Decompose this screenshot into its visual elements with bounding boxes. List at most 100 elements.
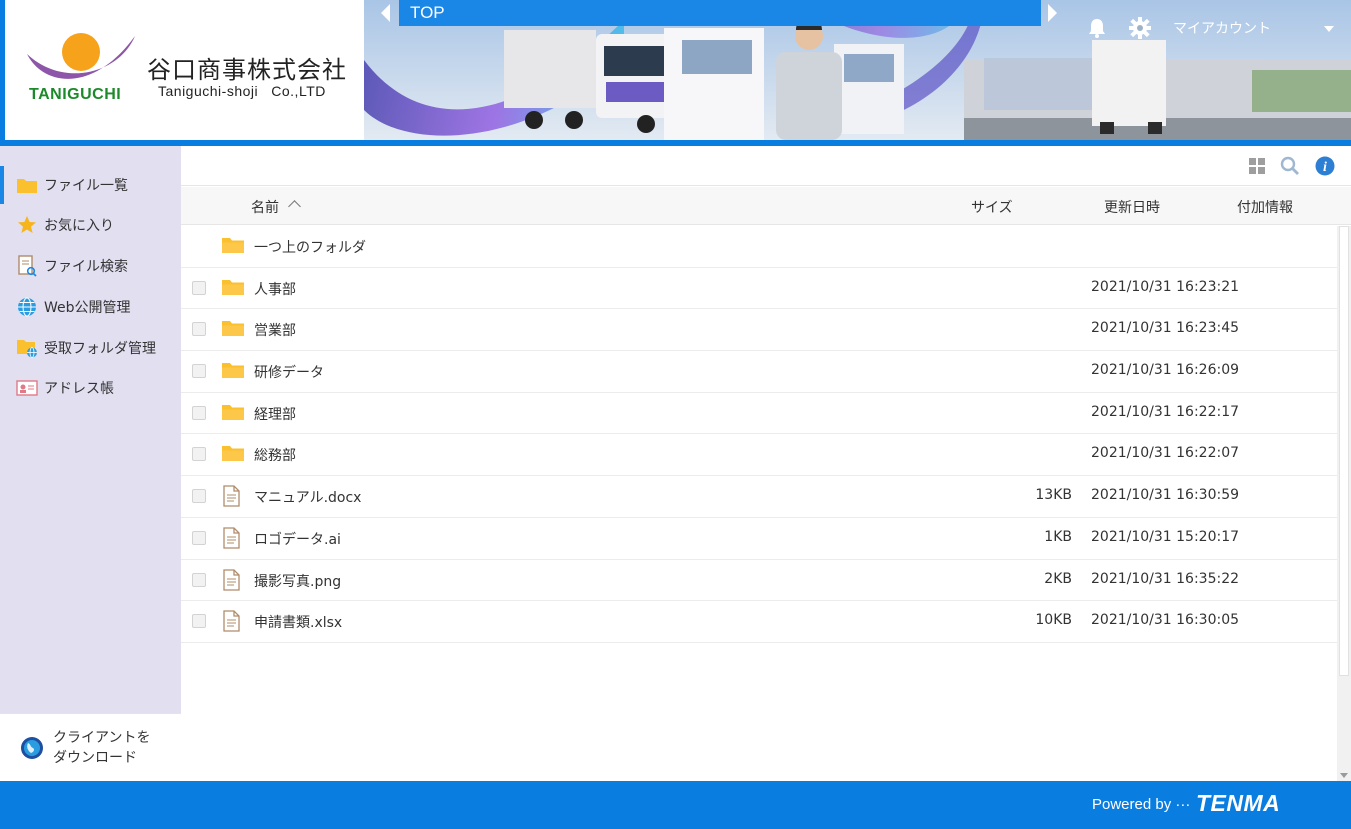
- file-modified: 2021/10/31 16:22:07: [1091, 445, 1240, 462]
- column-header-extra[interactable]: 付加情報: [1237, 197, 1293, 217]
- row-checkbox[interactable]: [192, 405, 206, 420]
- toolbar: i: [181, 146, 1351, 186]
- scroll-down-icon[interactable]: [1340, 773, 1348, 778]
- file-modified: 2021/10/31 16:35:22: [1091, 570, 1240, 587]
- table-row[interactable]: ロゴデータ.ai 1KB 2021/10/31 15:20:17: [181, 518, 1337, 560]
- folder-icon: [221, 360, 245, 382]
- column-header-name[interactable]: 名前: [251, 197, 279, 217]
- scrollbar-thumb[interactable]: [1339, 226, 1349, 676]
- app-header: TANIGUCHI 谷口商事株式会社 Taniguchi-shoji Co.,L…: [0, 0, 1351, 146]
- sidebar-item-inbox-folder[interactable]: 受取フォルダ管理: [0, 329, 181, 367]
- table-row[interactable]: 申請書類.xlsx 10KB 2021/10/31 16:30:05: [181, 601, 1337, 643]
- gear-icon[interactable]: [1129, 17, 1151, 39]
- file-size: 13KB: [1035, 487, 1072, 504]
- column-header-size[interactable]: サイズ: [971, 197, 1013, 217]
- table-row[interactable]: 撮影写真.png 2KB 2021/10/31 16:35:22: [181, 560, 1337, 602]
- breadcrumb-next-button[interactable]: [1048, 4, 1057, 22]
- file-modified: 2021/10/31 16:30:05: [1091, 612, 1240, 629]
- sort-ascending-icon[interactable]: [288, 200, 301, 213]
- table-header: 名前 サイズ 更新日時 付加情報: [181, 187, 1351, 225]
- row-checkbox[interactable]: [192, 322, 206, 337]
- app-footer: Powered by ··· TENMA: [0, 781, 1351, 829]
- row-checkbox[interactable]: [192, 572, 206, 587]
- table-row[interactable]: 営業部 2021/10/31 16:23:45: [181, 309, 1337, 352]
- document-icon: [221, 527, 245, 549]
- folder-icon: [221, 277, 245, 299]
- table-row[interactable]: 経理部 2021/10/31 16:22:17: [181, 393, 1337, 435]
- document-icon: [221, 610, 245, 632]
- file-name[interactable]: マニュアル.docx: [254, 487, 361, 507]
- row-checkbox[interactable]: [192, 364, 206, 379]
- table-row[interactable]: マニュアル.docx 13KB 2021/10/31 16:30:59: [181, 476, 1337, 518]
- sidebar-item-label: ファイル検索: [44, 259, 128, 275]
- company-name-en: Taniguchi-shoji Co.,LTD: [158, 83, 326, 99]
- info-icon[interactable]: i: [1315, 156, 1335, 176]
- breadcrumb-prev-button[interactable]: [381, 4, 390, 22]
- file-name[interactable]: ロゴデータ.ai: [254, 529, 341, 549]
- address-card-icon: [16, 377, 38, 399]
- folder-icon: [221, 402, 245, 424]
- file-modified: 2021/10/31 16:26:09: [1091, 362, 1240, 379]
- download-client-button[interactable]: クライアントを ダウンロード: [0, 713, 181, 782]
- file-name[interactable]: 営業部: [254, 320, 296, 340]
- bell-icon[interactable]: [1086, 17, 1108, 39]
- sidebar-item-label: ファイル一覧: [44, 178, 128, 194]
- row-checkbox[interactable]: [192, 489, 206, 504]
- file-size: 10KB: [1035, 612, 1072, 629]
- download-client-label: クライアントを ダウンロード: [53, 730, 151, 766]
- breadcrumb[interactable]: TOP: [399, 0, 1041, 26]
- file-modified: 2021/10/31 16:22:17: [1091, 403, 1240, 420]
- file-name[interactable]: 一つ上のフォルダ: [254, 237, 366, 257]
- file-name[interactable]: 研修データ: [254, 362, 324, 382]
- table-row[interactable]: 総務部 2021/10/31 16:22:07: [181, 434, 1337, 477]
- row-checkbox[interactable]: [192, 530, 206, 545]
- grid-view-icon[interactable]: [1247, 156, 1267, 176]
- sidebar-item-favorites[interactable]: お気に入り: [0, 206, 181, 244]
- vertical-scrollbar[interactable]: [1337, 226, 1351, 782]
- sidebar-item-label: お気に入り: [44, 218, 114, 234]
- svg-text:i: i: [1323, 160, 1327, 175]
- company-name-jp: 谷口商事株式会社: [147, 56, 347, 84]
- file-name[interactable]: 申請書類.xlsx: [254, 612, 342, 632]
- table-row[interactable]: 研修データ 2021/10/31 16:26:09: [181, 351, 1337, 393]
- file-name[interactable]: 撮影写真.png: [254, 571, 341, 591]
- column-header-modified[interactable]: 更新日時: [1104, 197, 1160, 217]
- file-search-icon: [16, 255, 38, 277]
- sidebar: ファイル一覧 お気に入り ファイル検索 Web公開管理 受取フォルダ管理 アドレ…: [0, 146, 181, 782]
- sidebar-item-label: アドレス帳: [44, 381, 114, 397]
- file-modified: 2021/10/31 16:30:59: [1091, 487, 1240, 504]
- file-name[interactable]: 経理部: [254, 404, 296, 424]
- parent-folder-row[interactable]: 一つ上のフォルダ: [181, 226, 1337, 268]
- sidebar-item-label: 受取フォルダ管理: [44, 341, 156, 357]
- company-logo[interactable]: TANIGUCHI 谷口商事株式会社 Taniguchi-shoji Co.,L…: [5, 0, 364, 140]
- my-account-menu[interactable]: マイアカウント: [1173, 18, 1271, 38]
- file-name[interactable]: 総務部: [254, 445, 296, 465]
- sidebar-item-label: Web公開管理: [44, 300, 131, 316]
- client-globe-icon: [21, 737, 43, 759]
- table-row[interactable]: 人事部 2021/10/31 16:23:21: [181, 268, 1337, 310]
- row-checkbox[interactable]: [192, 614, 206, 629]
- sidebar-item-file-list[interactable]: ファイル一覧: [0, 166, 181, 204]
- star-icon: [16, 214, 38, 236]
- file-list-panel: i 名前 サイズ 更新日時 付加情報 一つ上のフォルダ 人事部 2021/10/31…: [181, 146, 1351, 782]
- sidebar-item-address-book[interactable]: アドレス帳: [0, 369, 181, 407]
- globe-icon: [16, 296, 38, 318]
- search-icon[interactable]: [1280, 156, 1300, 176]
- file-modified: 2021/10/31 16:23:21: [1091, 278, 1240, 295]
- file-modified: 2021/10/31 15:20:17: [1091, 528, 1240, 545]
- file-table: 一つ上のフォルダ 人事部 2021/10/31 16:23:21 営業部 2021/10…: [181, 226, 1337, 643]
- logo-wordmark: TANIGUCHI: [29, 86, 122, 103]
- powered-by-label: Powered by ···: [1092, 796, 1191, 813]
- folder-icon: [221, 318, 245, 340]
- tenma-logo: TENMA: [1196, 790, 1281, 816]
- sidebar-item-web-publish[interactable]: Web公開管理: [0, 288, 181, 326]
- chevron-down-icon[interactable]: [1324, 26, 1334, 32]
- sidebar-item-file-search[interactable]: ファイル検索: [0, 247, 181, 285]
- row-checkbox[interactable]: [192, 447, 206, 462]
- file-name[interactable]: 人事部: [254, 279, 296, 299]
- row-checkbox[interactable]: [192, 280, 206, 295]
- document-icon: [221, 485, 245, 507]
- folder-icon: [221, 235, 245, 257]
- folder-globe-icon: [16, 337, 38, 359]
- file-size: 1KB: [1044, 528, 1072, 545]
